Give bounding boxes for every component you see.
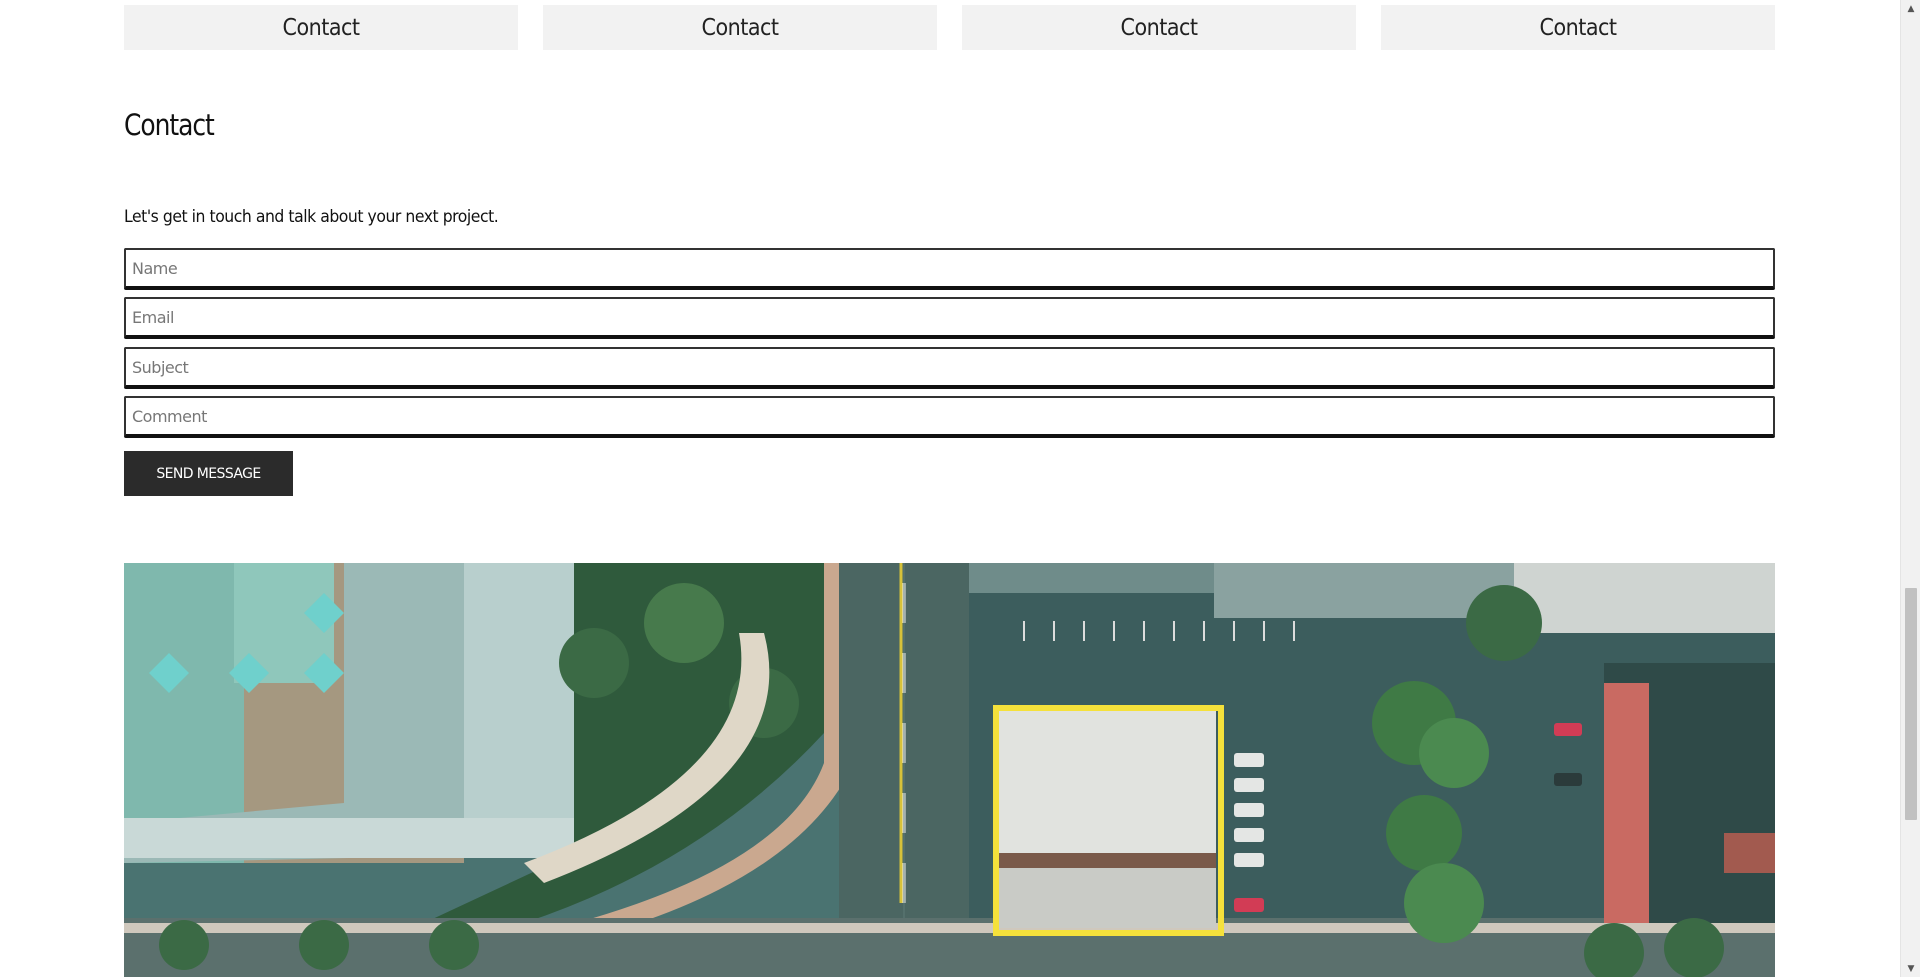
email-field[interactable] — [126, 299, 1773, 335]
contact-button-4[interactable]: Contact — [1381, 5, 1775, 50]
scroll-up-arrow-icon[interactable]: ▲ — [1901, 0, 1920, 17]
name-field[interactable] — [126, 250, 1773, 286]
aerial-city-illustration — [124, 563, 1775, 977]
subject-field[interactable] — [126, 349, 1773, 385]
contact-section-title: Contact — [124, 108, 215, 142]
scrollbar-thumb[interactable] — [1905, 588, 1917, 820]
send-message-button[interactable]: Send Message — [124, 451, 293, 496]
scroll-down-arrow-icon[interactable]: ▼ — [1901, 960, 1920, 977]
contact-button-3[interactable]: Contact — [962, 5, 1356, 50]
contact-button-1[interactable]: Contact — [124, 5, 518, 50]
contact-intro-text: Let's get in touch and talk about your n… — [124, 207, 499, 227]
email-field-wrapper — [124, 297, 1775, 339]
contact-button-2[interactable]: Contact — [543, 5, 937, 50]
subject-field-wrapper — [124, 347, 1775, 389]
contact-buttons-row: Contact Contact Contact Contact — [124, 5, 1775, 50]
comment-field[interactable] — [126, 398, 1773, 434]
page-scrollbar[interactable]: ▲ ▼ — [1900, 0, 1920, 977]
page: Contact Contact Contact Contact Contact … — [0, 0, 1900, 977]
comment-field-wrapper — [124, 396, 1775, 438]
aerial-city-image — [124, 563, 1775, 977]
name-field-wrapper — [124, 248, 1775, 290]
